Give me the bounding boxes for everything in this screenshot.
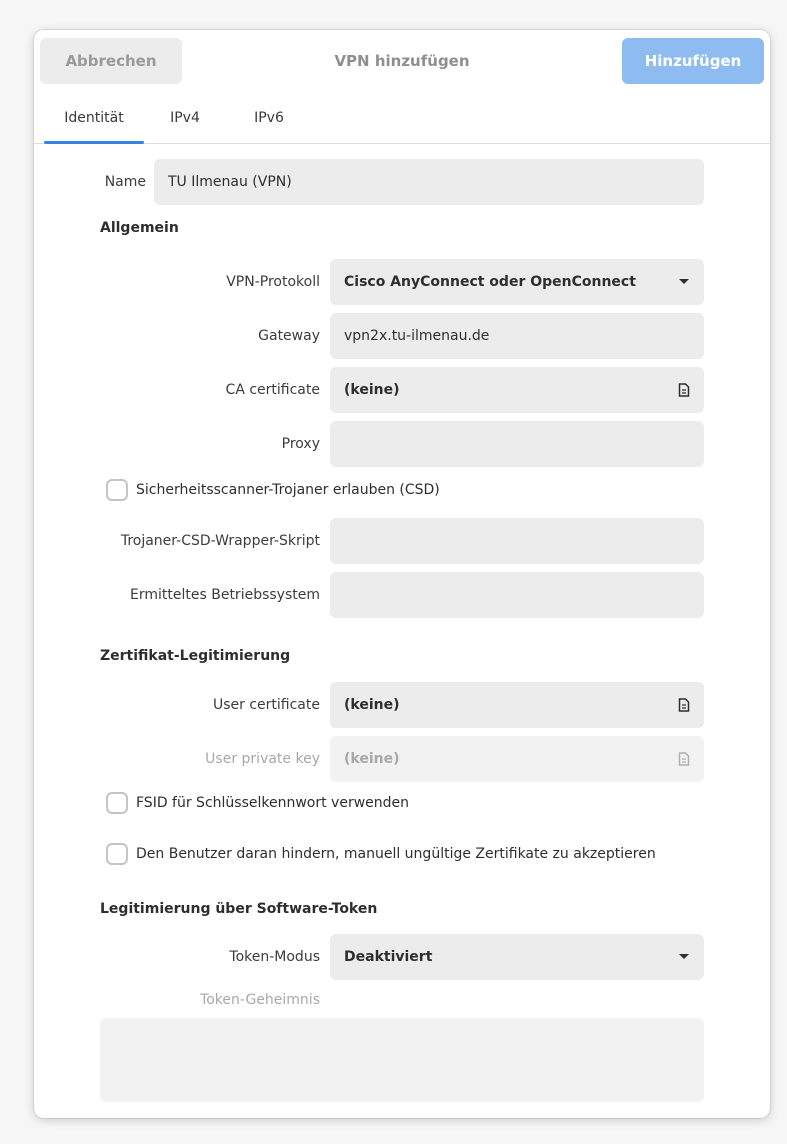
name-field[interactable]: TU Ilmenau (VPN) <box>154 159 704 205</box>
tab-identity[interactable]: Identität <box>44 92 144 144</box>
prevent-invalid-certs-row[interactable]: Den Benutzer daran hindern, manuell ungü… <box>106 843 656 865</box>
token-mode-value: Deaktiviert <box>344 949 433 965</box>
gateway-field[interactable]: vpn2x.tu-ilmenau.de <box>330 313 704 359</box>
token-secret-label: Token-Geheimnis <box>200 992 320 1008</box>
section-token-auth-title: Legitimierung über Software-Token <box>100 901 378 917</box>
document-icon <box>678 682 690 728</box>
document-icon <box>678 367 690 413</box>
add-button[interactable]: Hinzufügen <box>622 38 764 84</box>
user-private-key-label: User private key <box>205 751 320 767</box>
tab-bar: Identität IPv4 IPv6 <box>34 92 770 144</box>
csd-checkbox-row[interactable]: Sicherheitsscanner-Trojaner erlauben (CS… <box>106 479 440 501</box>
protocol-dropdown[interactable]: Cisco AnyConnect oder OpenConnect <box>330 259 704 305</box>
csd-wrapper-label: Trojaner-CSD-Wrapper-Skript <box>120 533 320 549</box>
prevent-invalid-certs-label: Den Benutzer daran hindern, manuell ungü… <box>136 846 656 862</box>
csd-checkbox-label: Sicherheitsscanner-Trojaner erlauben (CS… <box>136 482 440 498</box>
prevent-invalid-certs-checkbox[interactable] <box>106 843 128 865</box>
section-cert-auth-title: Zertifikat-Legitimierung <box>100 648 291 664</box>
cancel-button[interactable]: Abbrechen <box>40 38 182 84</box>
gateway-value: vpn2x.tu-ilmenau.de <box>344 328 490 344</box>
token-secret-textarea[interactable] <box>100 1018 704 1102</box>
tab-ipv4[interactable]: IPv4 <box>158 92 212 144</box>
token-mode-label: Token-Modus <box>229 949 320 965</box>
proxy-field[interactable] <box>330 421 704 467</box>
fsid-checkbox-label: FSID für Schlüsselkennwort verwenden <box>136 795 410 811</box>
csd-checkbox[interactable] <box>106 479 128 501</box>
reported-os-field[interactable] <box>330 572 704 618</box>
ca-certificate-label: CA certificate <box>225 382 320 398</box>
vpn-dialog: Abbrechen VPN hinzufügen Hinzufügen Iden… <box>34 30 770 1118</box>
user-certificate-chooser[interactable]: (keine) <box>330 682 704 728</box>
proxy-label: Proxy <box>281 436 320 452</box>
user-certificate-value: (keine) <box>344 697 400 713</box>
user-certificate-label: User certificate <box>212 697 320 713</box>
header-bar: Abbrechen VPN hinzufügen Hinzufügen <box>34 30 770 92</box>
protocol-value: Cisco AnyConnect oder OpenConnect <box>344 274 636 290</box>
name-label: Name <box>104 174 146 190</box>
user-private-key-chooser: (keine) <box>330 736 704 782</box>
section-general-title: Allgemein <box>100 220 179 236</box>
user-private-key-value: (keine) <box>344 751 400 767</box>
chevron-down-icon <box>678 934 690 980</box>
csd-wrapper-field[interactable] <box>330 518 704 564</box>
dialog-title: VPN hinzufügen <box>334 52 470 70</box>
fsid-checkbox-row[interactable]: FSID für Schlüsselkennwort verwenden <box>106 792 409 814</box>
chevron-down-icon <box>678 259 690 305</box>
reported-os-label: Ermitteltes Betriebssystem <box>130 587 320 603</box>
protocol-label: VPN-Protokoll <box>226 274 320 290</box>
ca-certificate-value: (keine) <box>344 382 400 398</box>
name-value: TU Ilmenau (VPN) <box>168 174 292 190</box>
tab-ipv6[interactable]: IPv6 <box>242 92 296 144</box>
fsid-checkbox[interactable] <box>106 792 128 814</box>
document-icon <box>678 736 690 782</box>
gateway-label: Gateway <box>258 328 320 344</box>
token-mode-dropdown[interactable]: Deaktiviert <box>330 934 704 980</box>
ca-certificate-chooser[interactable]: (keine) <box>330 367 704 413</box>
